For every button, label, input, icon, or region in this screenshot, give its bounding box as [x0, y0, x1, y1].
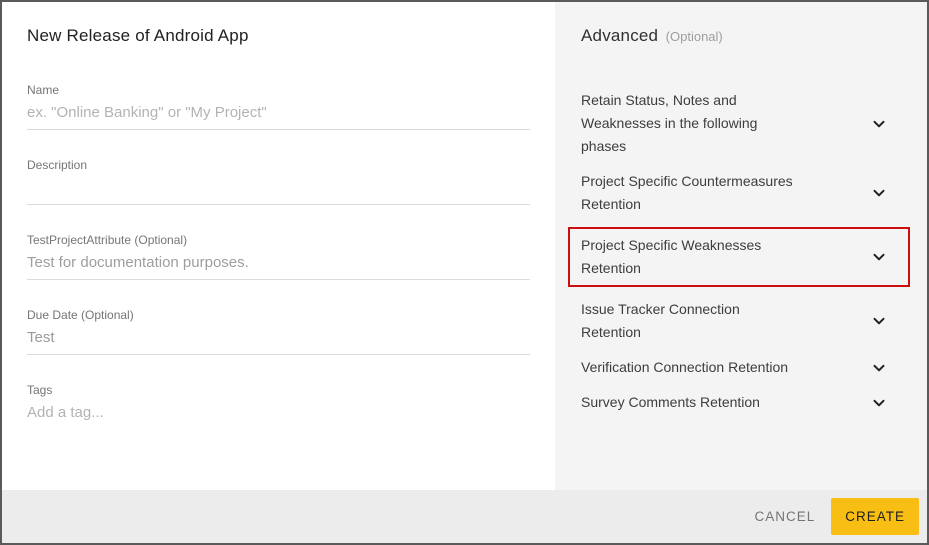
chevron-down-icon[interactable] — [871, 395, 887, 411]
chevron-down-icon[interactable] — [871, 360, 887, 376]
dialog-body: New Release of Android App Name Descript… — [2, 2, 927, 490]
dialog-footer: CANCEL CREATE — [2, 490, 927, 543]
accordion-item-label: Project Specific Countermeasures Retenti… — [581, 170, 793, 216]
description-input[interactable] — [27, 174, 530, 205]
advanced-panel: Advanced (Optional) Retain Status, Notes… — [555, 2, 927, 490]
advanced-item-survey-comments-retention[interactable]: Survey Comments Retention — [581, 385, 901, 420]
chevron-down-icon[interactable] — [871, 313, 887, 329]
test-project-attribute-label: TestProjectAttribute (Optional) — [27, 233, 530, 247]
advanced-item-issue-tracker-retention[interactable]: Issue Tracker Connection Retention — [581, 292, 901, 350]
chevron-down-icon[interactable] — [871, 116, 887, 132]
advanced-title: Advanced — [581, 26, 658, 45]
advanced-header: Advanced (Optional) — [581, 26, 901, 46]
advanced-item-verification-retention[interactable]: Verification Connection Retention — [581, 350, 901, 385]
name-field-group: Name — [27, 83, 530, 130]
due-date-input[interactable] — [27, 324, 530, 355]
cancel-button[interactable]: CANCEL — [742, 499, 827, 534]
advanced-item-retain-status-notes-weaknesses[interactable]: Retain Status, Notes and Weaknesses in t… — [581, 83, 901, 164]
due-date-field-group: Due Date (Optional) — [27, 308, 530, 355]
accordion-item-label: Project Specific Weaknesses Retention — [581, 234, 761, 280]
accordion-item-label: Retain Status, Notes and Weaknesses in t… — [581, 89, 757, 158]
chevron-down-icon[interactable] — [871, 185, 887, 201]
create-button[interactable]: CREATE — [831, 498, 919, 535]
tags-label: Tags — [27, 383, 530, 397]
accordion-item-label: Issue Tracker Connection Retention — [581, 298, 740, 344]
release-form-panel: New Release of Android App Name Descript… — [2, 2, 555, 490]
test-project-attribute-input[interactable] — [27, 249, 530, 280]
new-release-dialog: New Release of Android App Name Descript… — [0, 0, 929, 545]
accordion-item-label: Survey Comments Retention — [581, 391, 760, 414]
advanced-item-countermeasures-retention[interactable]: Project Specific Countermeasures Retenti… — [581, 164, 901, 222]
tags-input[interactable] — [27, 399, 530, 429]
advanced-subtitle: (Optional) — [666, 29, 723, 44]
due-date-label: Due Date (Optional) — [27, 308, 530, 322]
page-title: New Release of Android App — [27, 26, 530, 46]
chevron-down-icon[interactable] — [871, 249, 887, 265]
description-field-group: Description — [27, 158, 530, 205]
advanced-item-weaknesses-retention[interactable]: Project Specific Weaknesses Retention — [568, 227, 910, 287]
name-input[interactable] — [27, 99, 530, 130]
test-project-attribute-field-group: TestProjectAttribute (Optional) — [27, 233, 530, 280]
tags-field-group: Tags — [27, 383, 530, 429]
description-label: Description — [27, 158, 530, 172]
accordion-item-label: Verification Connection Retention — [581, 356, 788, 379]
name-label: Name — [27, 83, 530, 97]
